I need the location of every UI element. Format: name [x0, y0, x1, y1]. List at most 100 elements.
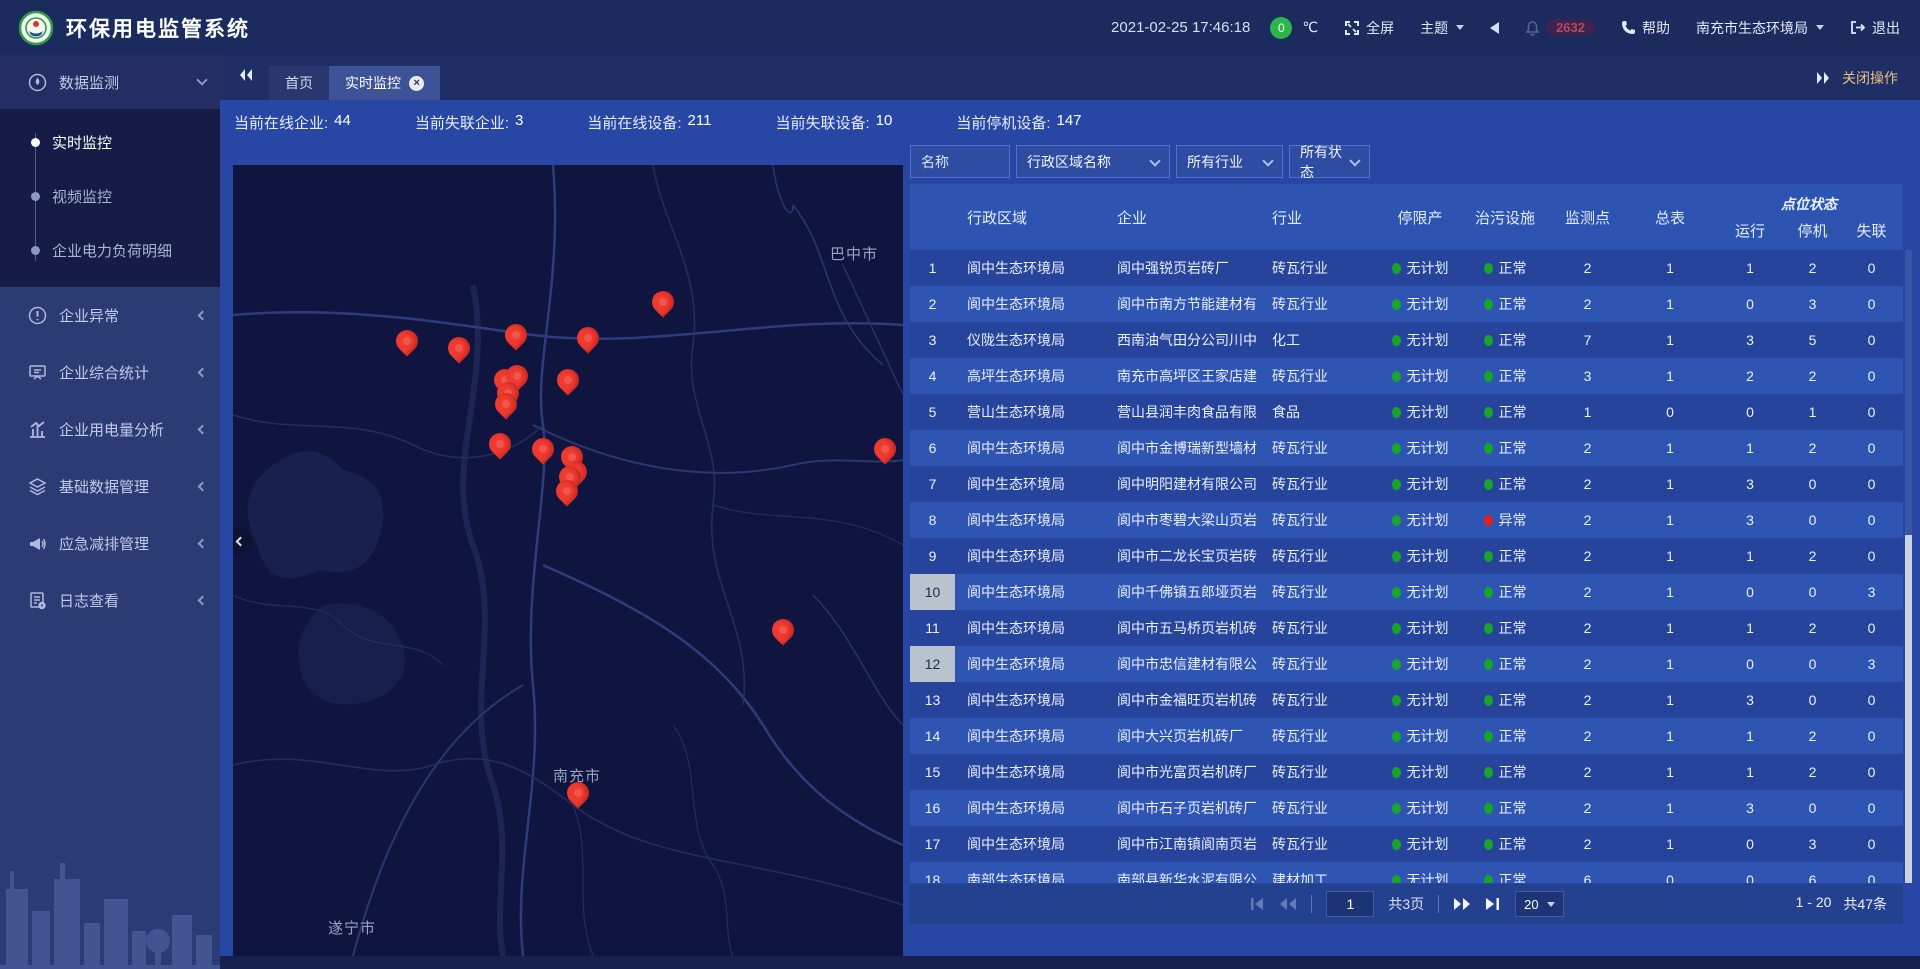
- prev-page-button[interactable]: [1279, 897, 1297, 911]
- cell-region: 阆中生态环境局: [955, 430, 1105, 466]
- sidebar-item-realtime-monitor[interactable]: 实时监控: [0, 115, 220, 169]
- sidebar-group-base-data[interactable]: 基础数据管理: [0, 458, 220, 515]
- sidebar-group-data-monitor[interactable]: 数据监测: [0, 55, 220, 109]
- stat-value: 211: [688, 112, 712, 133]
- status-dot-icon: [1484, 767, 1493, 778]
- status-dot-icon: [1392, 371, 1401, 382]
- close-operations-button[interactable]: 关闭操作: [1842, 68, 1898, 88]
- org-menu[interactable]: 南充市生态环境局: [1696, 18, 1824, 38]
- col-header-industry: 行业: [1260, 184, 1380, 250]
- table-scrollbar[interactable]: [1905, 250, 1912, 883]
- map-pin-icon[interactable]: [527, 433, 558, 464]
- facility-status-label: 正常: [1499, 726, 1527, 746]
- table-row[interactable]: 17 阆中生态环境局 阆中市江南镇阆南页岩 砖瓦行业 无计划 正常 2 1 0 …: [910, 826, 1903, 862]
- cell-region: 阆中生态环境局: [955, 682, 1105, 718]
- cell-region: 阆中生态环境局: [955, 610, 1105, 646]
- map-pin-icon[interactable]: [443, 332, 474, 363]
- cell-lost: 0: [1840, 466, 1903, 502]
- cell-limit-status: 无计划: [1380, 682, 1460, 718]
- marquee-toggle-button[interactable]: [1490, 22, 1499, 34]
- col-header-meters: 总表: [1625, 184, 1715, 250]
- map-pin-icon[interactable]: [484, 428, 515, 459]
- table-row[interactable]: 8 阆中生态环境局 阆中市枣碧大梁山页岩 砖瓦行业 无计划 异常 2 1 3 0…: [910, 502, 1903, 538]
- cell-meters: 1: [1625, 322, 1715, 358]
- help-button[interactable]: 帮助: [1621, 18, 1670, 38]
- sidebar-group-power-analysis[interactable]: 企业用电量分析: [0, 401, 220, 458]
- page-number-input[interactable]: [1326, 891, 1374, 917]
- table-row[interactable]: 2 阆中生态环境局 阆中市南方节能建材有 砖瓦行业 无计划 正常 2 1 0 3…: [910, 286, 1903, 322]
- map-pin-icon[interactable]: [552, 364, 583, 395]
- fullscreen-button[interactable]: 全屏: [1344, 18, 1394, 38]
- cell-limit-status: 无计划: [1380, 466, 1460, 502]
- sidebar-group-emergency-reduction[interactable]: 应急减排管理: [0, 515, 220, 572]
- cell-region: 阆中生态环境局: [955, 790, 1105, 826]
- sidebar-item-power-load-detail[interactable]: 企业电力负荷明细: [0, 223, 220, 277]
- cell-region: 阆中生态环境局: [955, 826, 1105, 862]
- cell-meters: 1: [1625, 502, 1715, 538]
- tab-close-icon[interactable]: ×: [409, 76, 424, 91]
- status-dot-icon: [1392, 659, 1401, 670]
- map-pin-icon[interactable]: [767, 614, 798, 645]
- sidebar-group-enterprise-statistics[interactable]: 企业综合统计: [0, 344, 220, 401]
- row-number: 7: [910, 466, 955, 502]
- table-row[interactable]: 4 高坪生态环境局 南充市高坪区王家店建 砖瓦行业 无计划 正常 3 1 2 2…: [910, 358, 1903, 394]
- notifications-button[interactable]: 2632: [1525, 19, 1595, 36]
- sidebar-item-video-monitor[interactable]: 视频监控: [0, 169, 220, 223]
- limit-status-label: 无计划: [1407, 258, 1449, 278]
- map-pin-icon[interactable]: [562, 777, 593, 808]
- cell-meters: 1: [1625, 718, 1715, 754]
- map-pin-icon[interactable]: [391, 325, 422, 356]
- map-pin-icon[interactable]: [500, 319, 531, 350]
- next-page-button[interactable]: [1453, 897, 1471, 911]
- logout-button[interactable]: 退出: [1850, 18, 1900, 38]
- page-size-select[interactable]: 20: [1515, 891, 1563, 917]
- cell-facility-status: 异常: [1460, 502, 1550, 538]
- table-row[interactable]: 1 阆中生态环境局 阆中强锐页岩砖厂 砖瓦行业 无计划 正常 2 1 1 2 0: [910, 250, 1903, 286]
- divider: [1311, 895, 1312, 913]
- last-page-button[interactable]: [1485, 897, 1501, 911]
- sidebar-group-label: 企业异常: [59, 305, 187, 326]
- map[interactable]: 巴中市 南充市 遂宁市: [233, 165, 903, 956]
- table-row[interactable]: 9 阆中生态环境局 阆中市二龙长宝页岩砖 砖瓦行业 无计划 正常 2 1 1 2…: [910, 538, 1903, 574]
- table-row[interactable]: 12 阆中生态环境局 阆中市忠信建材有限公 砖瓦行业 无计划 正常 2 1 0 …: [910, 646, 1903, 682]
- name-search-input[interactable]: [910, 145, 1010, 178]
- fullscreen-label: 全屏: [1366, 18, 1394, 38]
- cell-region: 阆中生态环境局: [955, 502, 1105, 538]
- sidebar-group-enterprise-abnormal[interactable]: 企业异常: [0, 287, 220, 344]
- facility-status-label: 正常: [1499, 330, 1527, 350]
- table-row[interactable]: 14 阆中生态环境局 阆中大兴页岩机砖厂 砖瓦行业 无计划 正常 2 1 1 2…: [910, 718, 1903, 754]
- map-pin-icon[interactable]: [572, 322, 603, 353]
- table-row[interactable]: 15 阆中生态环境局 阆中市光富页岩机砖厂 砖瓦行业 无计划 正常 2 1 1 …: [910, 754, 1903, 790]
- sidebar-group-log-view[interactable]: 日志查看: [0, 572, 220, 629]
- table-row[interactable]: 11 阆中生态环境局 阆中市五马桥页岩机砖 砖瓦行业 无计划 正常 2 1 1 …: [910, 610, 1903, 646]
- cell-limit-status: 无计划: [1380, 790, 1460, 826]
- table-row[interactable]: 6 阆中生态环境局 阆中市金博瑞新型墙材 砖瓦行业 无计划 正常 2 1 1 2…: [910, 430, 1903, 466]
- table-row[interactable]: 18 南部生态环境局 南部县新华水泥有限公 建材加工 无计划 正常 6 0 0 …: [910, 862, 1903, 883]
- tabs-scroll-left-button[interactable]: [237, 67, 255, 88]
- cell-points: 2: [1550, 574, 1625, 610]
- table-row[interactable]: 5 营山生态环境局 营山县润丰肉食品有限 食品 无计划 正常 1 0 0 1 0: [910, 394, 1903, 430]
- row-number: 4: [910, 358, 955, 394]
- table-row[interactable]: 3 仪陇生态环境局 西南油气田分公司川中 化工 无计划 正常 7 1 3 5 0: [910, 322, 1903, 358]
- table-row[interactable]: 13 阆中生态环境局 阆中市金福旺页岩机砖 砖瓦行业 无计划 正常 2 1 3 …: [910, 682, 1903, 718]
- industry-select[interactable]: 所有行业: [1176, 145, 1283, 178]
- table-row[interactable]: 16 阆中生态环境局 阆中市石子页岩机砖厂 砖瓦行业 无计划 正常 2 1 3 …: [910, 790, 1903, 826]
- table-row[interactable]: 7 阆中生态环境局 阆中明阳建材有限公司 砖瓦行业 无计划 正常 2 1 3 0…: [910, 466, 1903, 502]
- status-select[interactable]: 所有状态: [1289, 145, 1370, 178]
- table-row[interactable]: 10 阆中生态环境局 阆中千佛镇五郎垭页岩 砖瓦行业 无计划 正常 2 1 0 …: [910, 574, 1903, 610]
- map-pin-icon[interactable]: [647, 286, 678, 317]
- cell-limit-status: 无计划: [1380, 322, 1460, 358]
- cell-company: 西南油气田分公司川中: [1105, 322, 1260, 358]
- tab-home[interactable]: 首页: [269, 66, 329, 100]
- region-select[interactable]: 行政区域名称: [1016, 145, 1170, 178]
- cell-facility-status: 正常: [1460, 682, 1550, 718]
- first-page-button[interactable]: [1249, 897, 1265, 911]
- cell-index: 11: [910, 610, 955, 646]
- scrollbar-thumb[interactable]: [1905, 535, 1912, 883]
- cell-region: 阆中生态环境局: [955, 538, 1105, 574]
- status-dot-icon: [1484, 479, 1493, 490]
- theme-menu[interactable]: 主题: [1420, 18, 1464, 38]
- double-chevron-right-icon[interactable]: [1814, 70, 1832, 86]
- map-pin-icon[interactable]: [869, 433, 900, 464]
- tab-realtime-monitor[interactable]: 实时监控 ×: [329, 66, 440, 100]
